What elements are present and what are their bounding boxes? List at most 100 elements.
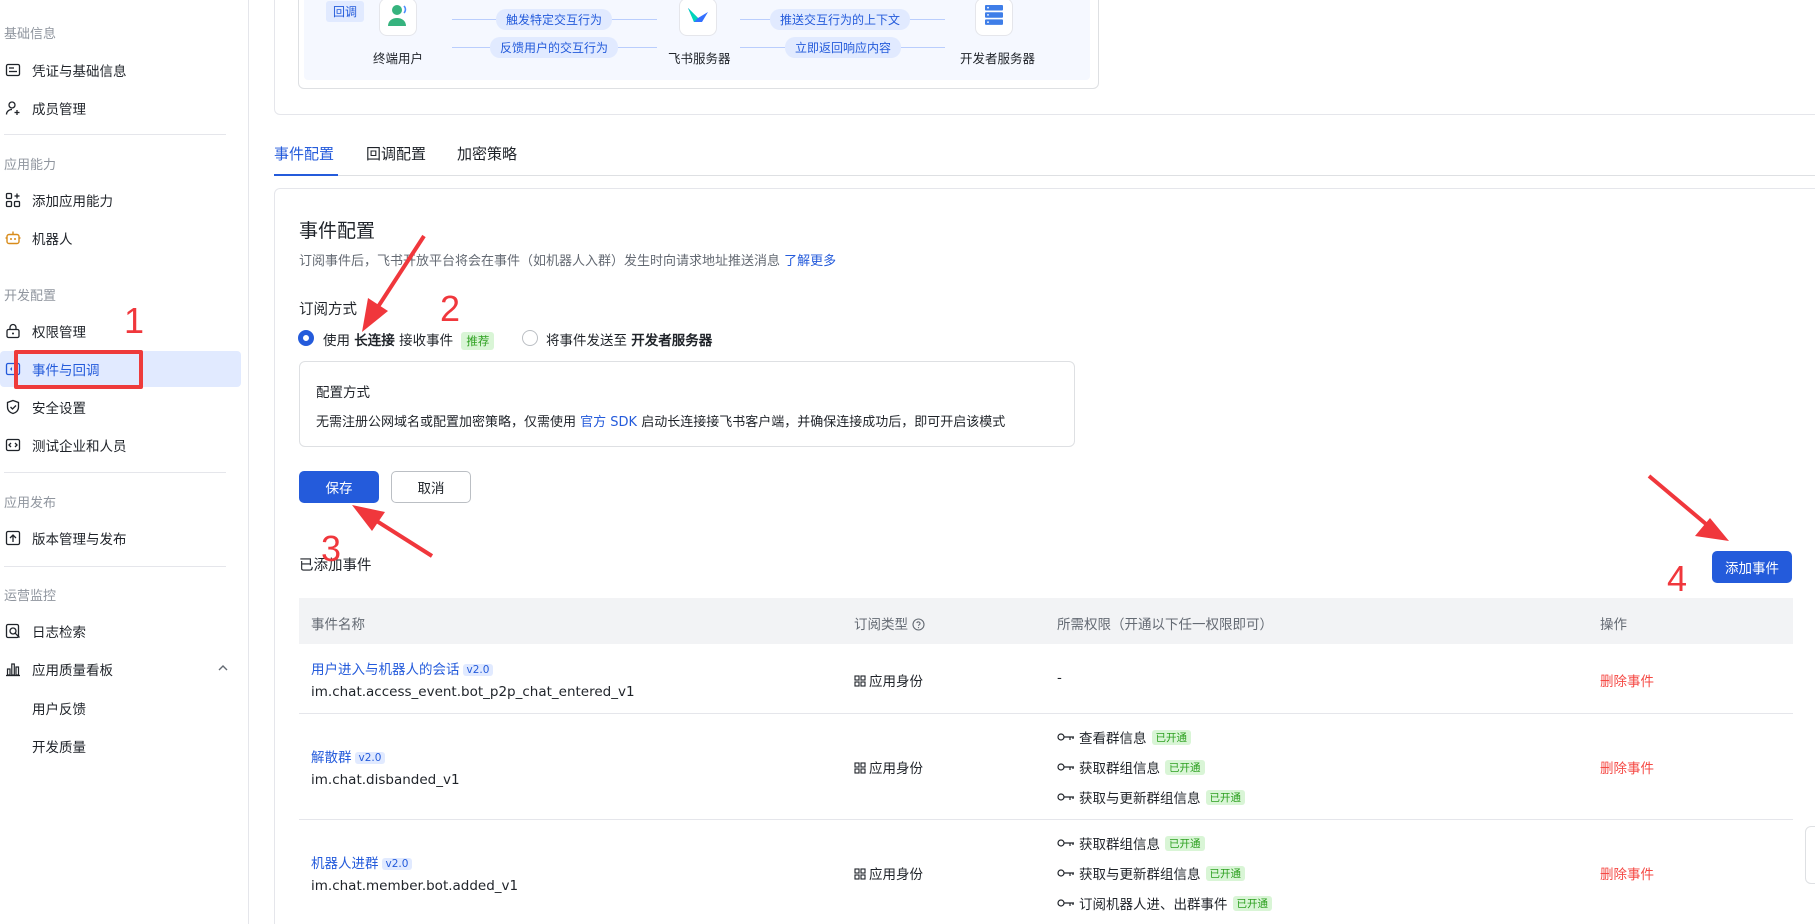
column-header-permissions: 所需权限（开通以下任一权限即可）	[1057, 617, 1273, 633]
tab-event-config[interactable]: 事件配置	[274, 140, 338, 176]
events-table-header: 事件名称 订阅类型 所需权限（开通以下任一权限即可） 操作	[299, 598, 1793, 644]
section-title: 事件配置	[299, 220, 376, 242]
event-name-link[interactable]: 解散群	[311, 750, 352, 766]
end-user-node	[379, 0, 417, 36]
section-title-release: 应用发布	[4, 496, 57, 511]
event-code: im.chat.member.bot.added_v1	[311, 878, 519, 894]
grid-plus-icon	[4, 191, 22, 209]
sidebar-item-label: 机器人	[32, 232, 73, 248]
event-name-link[interactable]: 用户进入与机器人的会话	[311, 662, 460, 678]
option-developer-server[interactable]: 将事件发送至 开发者服务器	[546, 329, 712, 349]
sidebar-item-label: 成员管理	[32, 102, 86, 118]
version-badge: v2.0	[381, 858, 413, 870]
version-badge: v2.0	[462, 664, 494, 676]
flow-pill-return-response: 立即返回响应内容	[785, 37, 902, 58]
sidebar-item-label: 应用质量看板	[32, 663, 113, 679]
bar-chart-icon	[4, 660, 22, 678]
cancel-button[interactable]: 取消	[391, 471, 471, 503]
section-description: 订阅事件后，飞书开放平台将会在事件（如机器人入群）发生时向请求地址推送消息 了解…	[299, 250, 836, 269]
permission-item: 获取群组信息 已开通	[1057, 833, 1205, 853]
sidebar-subitem-feedback[interactable]: 用户反馈	[32, 698, 86, 718]
delete-event-button[interactable]: 删除事件	[1600, 670, 1654, 690]
permission-item: 获取与更新群组信息 已开通	[1057, 787, 1245, 807]
option-text: 接收事件	[399, 333, 454, 349]
subscription-type-cell: 应用身份	[854, 757, 923, 778]
feishu-server-node	[679, 0, 717, 36]
log-search-icon	[4, 622, 22, 640]
user-add-icon	[4, 99, 22, 117]
sidebar-item-members[interactable]: 成员管理	[0, 90, 241, 126]
column-header-actions: 操作	[1600, 617, 1627, 633]
section-title-dev-config: 开发配置	[4, 289, 57, 304]
enabled-badge: 已开通	[1205, 865, 1245, 881]
sidebar-item-label: 日志检索	[32, 625, 86, 641]
config-method-box	[299, 361, 1075, 447]
tab-encryption[interactable]: 加密策略	[457, 140, 517, 176]
official-sdk-link[interactable]: 官方 SDK	[580, 415, 637, 430]
save-button[interactable]: 保存	[299, 471, 379, 503]
permission-label: 获取与更新群组信息	[1079, 791, 1201, 807]
permission-label: 订阅机器人进、出群事件	[1079, 897, 1228, 913]
enabled-badge: 已开通	[1165, 835, 1205, 851]
config-method-title: 配置方式	[316, 385, 370, 401]
subscription-type-text: 应用身份	[869, 867, 923, 883]
annotation-number: 2	[440, 288, 461, 329]
sidebar-item-test-users[interactable]: 测试企业和人员	[0, 427, 241, 463]
sidebar-item-credentials[interactable]: 凭证与基础信息	[0, 52, 241, 88]
permission-item: 获取与更新群组信息 已开通	[1057, 863, 1245, 883]
sidebar-item-label: 凭证与基础信息	[32, 64, 127, 80]
sidebar-subitem-dev-quality[interactable]: 开发质量	[32, 736, 86, 756]
permission-item: -	[1057, 670, 1062, 686]
sidebar-item-label: 添加应用能力	[32, 194, 113, 210]
add-event-button[interactable]: 添加事件	[1712, 551, 1792, 583]
radio-long-connection[interactable]	[298, 330, 314, 346]
lock-icon	[4, 322, 22, 340]
sidebar-item-security[interactable]: 安全设置	[0, 389, 241, 425]
event-name-cell: 用户进入与机器人的会话 v2.0 im.chat.access_event.bot…	[311, 658, 635, 700]
sidebar: 基础信息 凭证与基础信息 成员管理 应用能力 添加应用能力 机器人 开发配置 权…	[0, 0, 249, 924]
event-code: im.chat.disbanded_v1	[311, 772, 460, 788]
tab-callback-config[interactable]: 回调配置	[366, 140, 426, 176]
table-row: 用户进入与机器人的会话 v2.0 im.chat.access_event.bot…	[299, 644, 1793, 714]
radio-developer-server[interactable]	[522, 330, 538, 346]
sidebar-item-label: 版本管理与发布	[32, 532, 127, 548]
delete-event-button[interactable]: 删除事件	[1600, 863, 1654, 883]
permission-label: 获取群组信息	[1079, 761, 1160, 777]
subscription-type-cell: 应用身份	[854, 670, 923, 691]
delete-event-button[interactable]: 删除事件	[1600, 757, 1654, 777]
option-bold-text: 开发者服务器	[631, 333, 713, 349]
sidebar-item-add-capability[interactable]: 添加应用能力	[0, 182, 241, 218]
config-text: 无需注册公网域名或配置加密策略，仅需使用	[316, 415, 577, 430]
app-grid-icon	[854, 762, 866, 778]
credential-icon	[4, 61, 22, 79]
annotation-number: 1	[124, 300, 145, 341]
developer-server-label: 开发者服务器	[960, 51, 1036, 66]
sidebar-item-permissions[interactable]: 权限管理	[0, 313, 241, 349]
event-name-link[interactable]: 机器人进群	[311, 856, 379, 872]
flow-pill-trigger: 触发特定交互行为	[496, 9, 613, 30]
enabled-badge: 已开通	[1165, 759, 1205, 775]
sidebar-item-quality-dashboard[interactable]: 应用质量看板	[0, 651, 241, 687]
table-row: 解散群 v2.0 im.chat.disbanded_v1 应用身份 查看群信息已…	[299, 714, 1793, 820]
flow-pill-push-context: 推送交互行为的上下文	[770, 9, 911, 30]
sidebar-item-robot[interactable]: 机器人	[0, 220, 241, 256]
shield-icon	[4, 398, 22, 416]
subscribe-method-label: 订阅方式	[299, 302, 357, 318]
column-header-subscription-type: 订阅类型	[854, 613, 925, 635]
divider	[4, 566, 226, 567]
option-long-connection[interactable]: 使用 长连接 接收事件 推荐	[323, 329, 495, 350]
help-icon[interactable]	[912, 618, 925, 635]
flow-pill-feedback: 反馈用户的交互行为	[490, 37, 619, 58]
sidebar-item-logs[interactable]: 日志检索	[0, 613, 241, 649]
permission-item: 查看群信息 已开通	[1057, 727, 1191, 747]
sidebar-item-versions[interactable]: 版本管理与发布	[0, 520, 241, 556]
chevron-up-icon[interactable]	[217, 662, 229, 678]
learn-more-link[interactable]: 了解更多	[784, 254, 836, 269]
sidebar-item-label: 测试企业和人员	[32, 439, 127, 455]
version-badge: v2.0	[354, 752, 386, 764]
permission-item: 获取群组信息 已开通	[1057, 757, 1205, 777]
enabled-badge: 已开通	[1232, 895, 1272, 911]
feishu-logo-icon	[685, 2, 711, 32]
side-panel-handle[interactable]	[1805, 826, 1815, 884]
server-icon	[981, 2, 1007, 32]
